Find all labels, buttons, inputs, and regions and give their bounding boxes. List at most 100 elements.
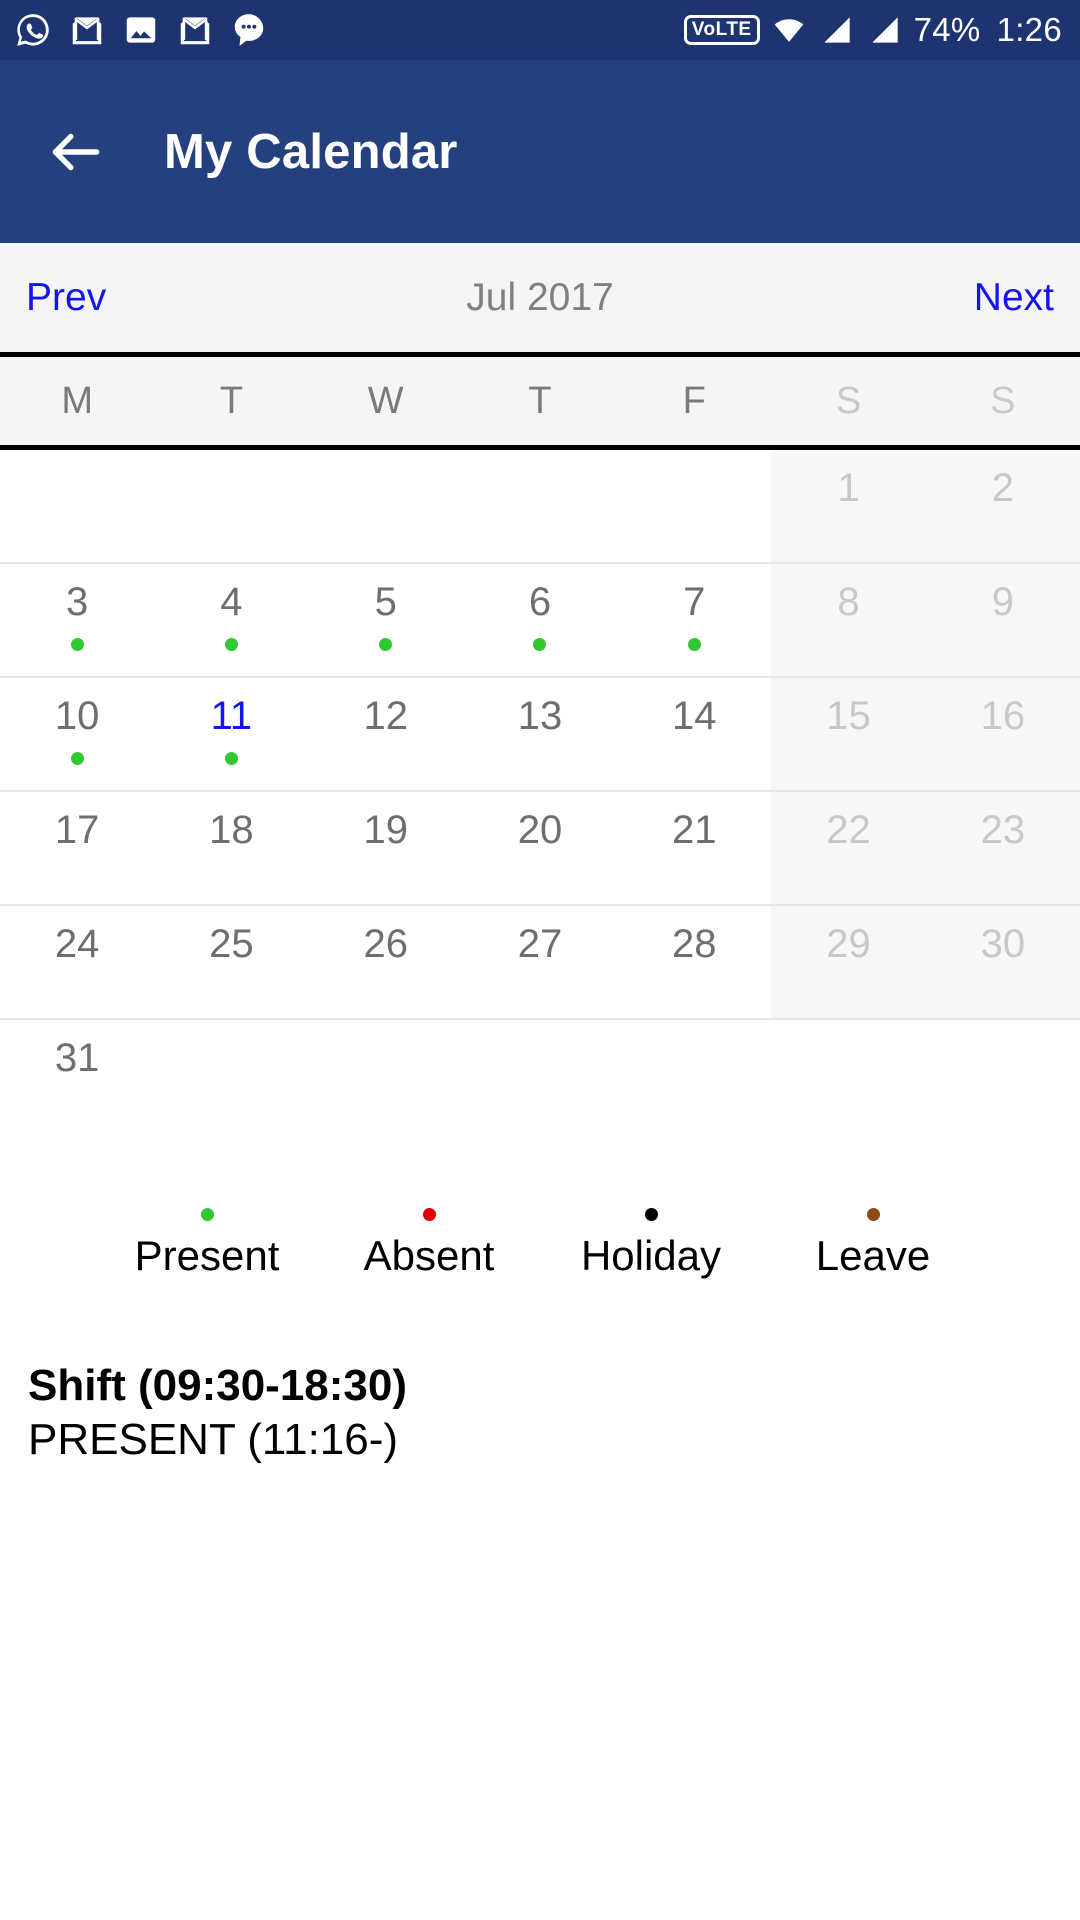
weekday-sat: S (835, 379, 862, 422)
calendar-day-11[interactable]: 11 (154, 678, 308, 790)
current-month-label: Jul 2017 (466, 275, 614, 319)
day-status-dot-none (996, 752, 1009, 765)
day-number: 27 (517, 922, 563, 966)
day-number: 30 (980, 922, 1026, 966)
calendar-day-31[interactable]: 31 (0, 1020, 154, 1134)
day-number: 29 (826, 922, 871, 966)
calendar-day-29[interactable]: 29 (771, 906, 926, 1018)
calendar-day-24[interactable]: 24 (0, 906, 154, 1018)
status-bar-system: VoLTE 74% 1:26 (683, 11, 1062, 49)
calendar-day-8[interactable]: 8 (771, 564, 926, 676)
signal-bars-sim1-icon (818, 11, 856, 49)
calendar-day-empty (308, 450, 463, 562)
day-number: 28 (672, 922, 717, 966)
legend-label: Present (134, 1232, 280, 1279)
day-status-dot-none (533, 752, 546, 765)
day-status-dot-none (71, 866, 84, 879)
calendar-day-22[interactable]: 22 (771, 792, 926, 904)
prev-month-button[interactable]: Prev (26, 276, 106, 320)
calendar-day-30[interactable]: 30 (925, 906, 1080, 1018)
day-number: 21 (672, 808, 717, 852)
legend-dot-present-icon (200, 1208, 214, 1221)
whatsapp-icon (14, 11, 52, 49)
calendar-day-27[interactable]: 27 (463, 906, 617, 1018)
legend-item-holiday: Holiday (540, 1208, 762, 1277)
calendar-week-row: 10 11 12 13 14 15 16 (0, 678, 1080, 792)
calendar-day-25[interactable]: 25 (154, 906, 308, 1018)
day-status-dot-none (842, 980, 855, 993)
calendar-day-13[interactable]: 13 (463, 678, 617, 790)
day-number: 26 (363, 922, 408, 966)
calendar-day-28[interactable]: 28 (617, 906, 771, 1018)
weekday-tue: T (219, 379, 244, 422)
day-status-dot-none (842, 866, 855, 879)
calendar-week-row: 3 4 5 6 7 8 9 (0, 564, 1080, 678)
calendar-day-empty (771, 1020, 926, 1134)
calendar-day-21[interactable]: 21 (617, 792, 771, 904)
calendar-day-1[interactable]: 1 (771, 450, 926, 562)
day-status-dot-none (379, 866, 392, 879)
calendar-week-row: 24 25 26 27 28 29 30 (0, 906, 1080, 1020)
calendar-grid: 1 2 3 4 5 6 7 8 9 10 11 12 13 14 15 16 17 18 19 20 21 22 23 24 2… (0, 450, 1080, 1134)
day-status-dot-none (71, 1094, 84, 1107)
calendar-day-14[interactable]: 14 (617, 678, 771, 790)
calendar-day-15[interactable]: 15 (771, 678, 926, 790)
day-number: 17 (54, 808, 100, 852)
gmail-icon (176, 11, 214, 49)
day-number: 13 (517, 694, 563, 738)
calendar-day-19[interactable]: 19 (309, 792, 463, 904)
calendar-day-26[interactable]: 26 (309, 906, 463, 1018)
day-number: 5 (374, 580, 397, 624)
back-arrow-icon[interactable] (38, 114, 114, 190)
day-status-dot-none (225, 866, 238, 879)
calendar-day-10[interactable]: 10 (0, 678, 154, 790)
calendar-day-empty (462, 1020, 618, 1134)
day-number: 12 (363, 694, 408, 738)
legend-item-present: Present (96, 1208, 318, 1277)
calendar-day-17[interactable]: 17 (0, 792, 154, 904)
legend-label: Leave (815, 1232, 931, 1279)
calendar-day-20[interactable]: 20 (463, 792, 617, 904)
weekday-fri: F (682, 379, 706, 422)
day-number: 11 (210, 694, 253, 738)
calendar-day-2[interactable]: 2 (925, 450, 1080, 562)
legend-dot-absent-icon (422, 1208, 436, 1221)
day-number: 31 (54, 1036, 100, 1080)
day-number: 14 (672, 694, 717, 738)
day-number: 15 (826, 694, 871, 738)
weekday-wed: W (367, 379, 404, 422)
status-bar: VoLTE 74% 1:26 (0, 0, 1080, 60)
calendar-day-3[interactable]: 3 (0, 564, 154, 676)
day-status-dot-present (70, 638, 84, 651)
calendar-day-6[interactable]: 6 (463, 564, 617, 676)
weekday-mon: M (61, 379, 93, 422)
calendar-day-7[interactable]: 7 (617, 564, 771, 676)
messages-icon (230, 11, 268, 49)
next-month-button[interactable]: Next (974, 276, 1054, 320)
calendar-day-5[interactable]: 5 (309, 564, 463, 676)
day-number: 16 (980, 694, 1026, 738)
legend-dot-leave-icon (866, 1208, 880, 1221)
calendar-day-12[interactable]: 12 (309, 678, 463, 790)
signal-bars-sim2-icon (866, 11, 904, 49)
day-status-dot-present (533, 638, 547, 651)
calendar-day-18[interactable]: 18 (154, 792, 308, 904)
day-status-dot-none (379, 752, 392, 765)
day-number: 6 (528, 580, 552, 624)
calendar-day-9[interactable]: 9 (925, 564, 1080, 676)
wifi-icon (770, 11, 808, 49)
legend-item-absent: Absent (318, 1208, 540, 1277)
calendar-day-4[interactable]: 4 (154, 564, 308, 676)
calendar-day-16[interactable]: 16 (925, 678, 1080, 790)
calendar-week-row: 12 (0, 450, 1080, 564)
weekday-sun: S (990, 379, 1016, 422)
day-status-dot-none (71, 980, 84, 993)
calendar-day-23[interactable]: 23 (925, 792, 1080, 904)
day-number: 23 (980, 808, 1026, 852)
volte-indicator: VoLTE (683, 15, 760, 45)
legend-dot-holiday-icon (644, 1208, 658, 1221)
day-status-dot-present (224, 752, 238, 765)
page-title: My Calendar (164, 124, 458, 179)
day-status-dot-none (533, 866, 546, 879)
status-bar-notifications (14, 11, 684, 49)
